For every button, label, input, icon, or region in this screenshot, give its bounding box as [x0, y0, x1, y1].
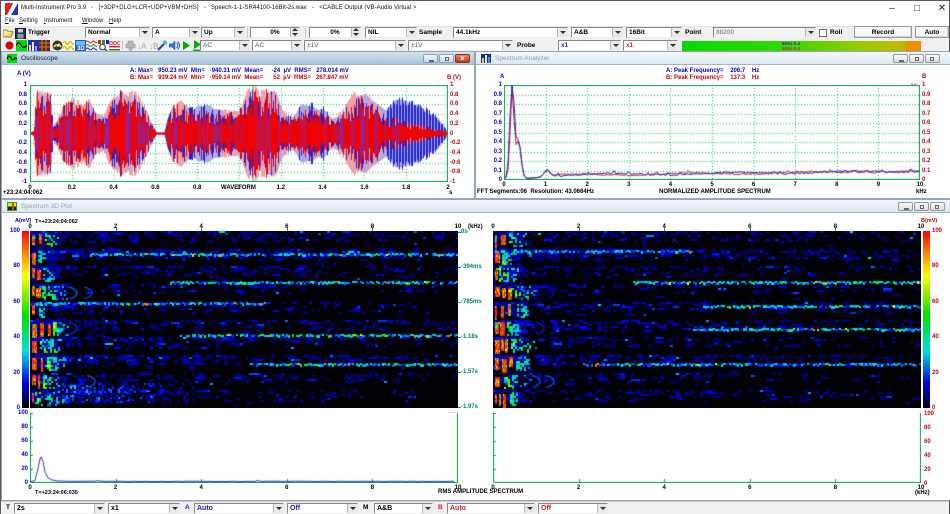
svg-text:↓A: ↓A	[137, 42, 147, 51]
